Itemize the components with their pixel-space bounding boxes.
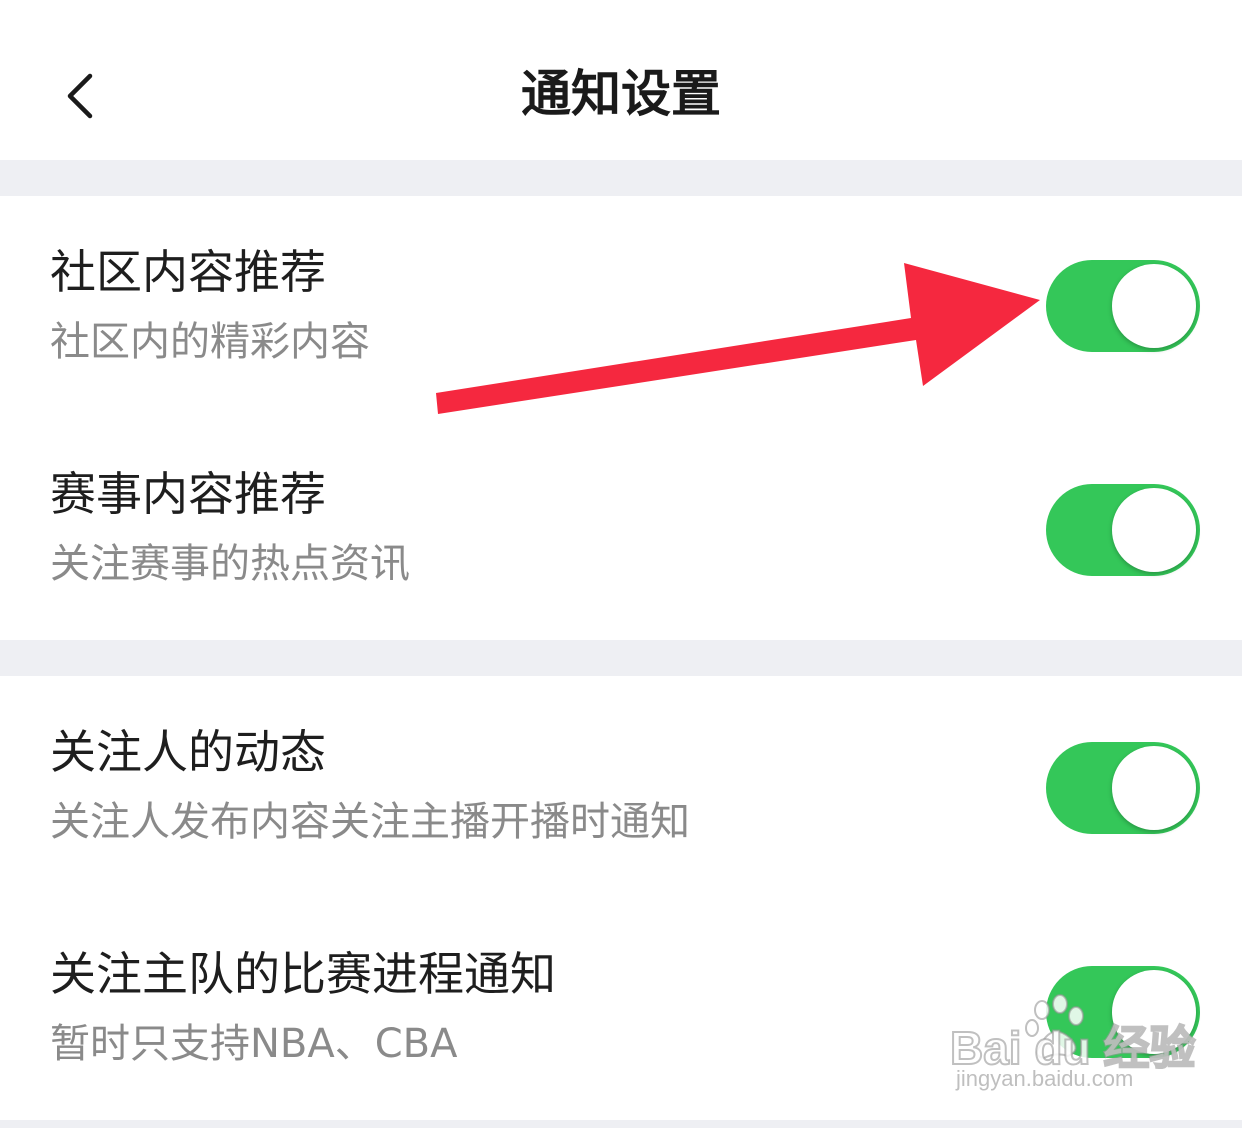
toggle-knob (1112, 970, 1196, 1054)
setting-subtitle: 社区内的精彩内容 (50, 319, 370, 365)
setting-subtitle: 关注人发布内容关注主播开播时通知 (50, 799, 690, 845)
setting-subtitle: 关注赛事的热点资讯 (50, 541, 410, 587)
toggle-knob (1112, 488, 1196, 572)
setting-title: 社区内容推荐 (50, 245, 326, 299)
nav-bar: 通知设置 (0, 0, 1242, 160)
setting-row-followee-activity: 关注人的动态 关注人发布内容关注主播开播时通知 (0, 676, 1242, 898)
setting-subtitle: 暂时只支持NBA、CBA (50, 1021, 458, 1067)
section-divider (0, 640, 1242, 676)
setting-title: 关注人的动态 (50, 725, 326, 779)
setting-row-team-match-progress: 关注主队的比赛进程通知 暂时只支持NBA、CBA (0, 898, 1242, 1120)
section-divider (0, 160, 1242, 196)
followee-activity-toggle[interactable] (1046, 742, 1200, 834)
toggle-knob (1112, 264, 1196, 348)
community-recommend-toggle[interactable] (1046, 260, 1200, 352)
setting-row-community-recommend: 社区内容推荐 社区内的精彩内容 (0, 196, 1242, 418)
toggle-knob (1112, 746, 1196, 830)
page-title: 通知设置 (521, 65, 721, 123)
setting-row-match-recommend: 赛事内容推荐 关注赛事的热点资讯 (0, 418, 1242, 640)
setting-title: 赛事内容推荐 (50, 467, 326, 521)
team-match-progress-toggle[interactable] (1046, 966, 1200, 1058)
section-divider (0, 1120, 1242, 1128)
setting-title: 关注主队的比赛进程通知 (50, 947, 556, 1001)
match-recommend-toggle[interactable] (1046, 484, 1200, 576)
